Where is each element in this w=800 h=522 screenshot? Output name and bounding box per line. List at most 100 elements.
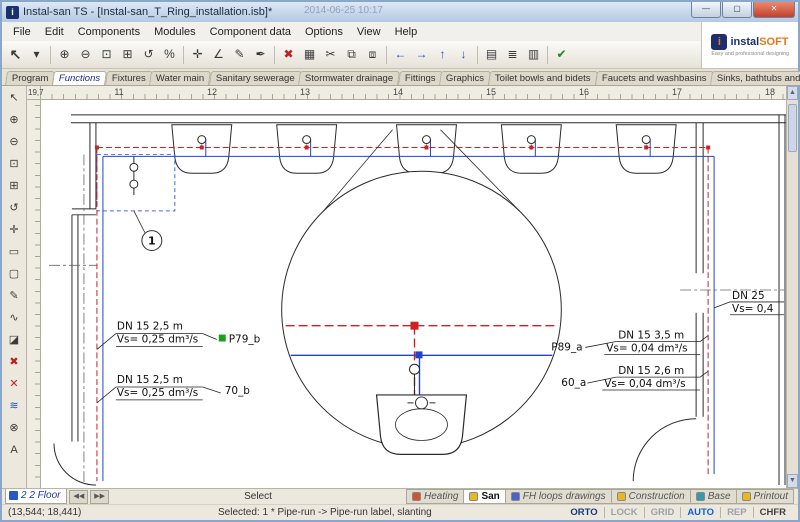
menubar: File Edit Components Modules Component d…: [2, 22, 701, 41]
nudge-up-icon[interactable]: ↑: [432, 44, 453, 65]
tab-functions[interactable]: Functions: [52, 71, 107, 85]
drawing-canvas[interactable]: 1 DN 15: [41, 100, 786, 488]
detail-balloon[interactable]: [282, 130, 562, 455]
zoom-out-icon[interactable]: ⊖: [4, 132, 24, 152]
delete-icon[interactable]: ✖: [4, 352, 24, 372]
sheet-next-button[interactable]: ▶▶: [90, 490, 109, 504]
zoom-window-icon[interactable]: ⊡: [4, 154, 24, 174]
tab-program[interactable]: Program: [5, 71, 55, 85]
zoom-out-icon[interactable]: ⊖: [75, 44, 96, 65]
module-tab-base[interactable]: Base: [690, 489, 737, 504]
nudge-down-icon[interactable]: ↓: [453, 44, 474, 65]
zoom-previous-icon[interactable]: ↺: [138, 44, 159, 65]
menu-edit[interactable]: Edit: [38, 25, 71, 39]
scroll-down-icon[interactable]: ▼: [787, 474, 798, 488]
toggle-orto[interactable]: ORTO: [564, 507, 604, 518]
fixture-connections[interactable]: [198, 136, 650, 144]
tab-toilet-bowls[interactable]: Toilet bowls and bidets: [488, 71, 598, 85]
nudge-left-icon[interactable]: ←: [390, 44, 411, 65]
valve-icon[interactable]: ⊗: [4, 418, 24, 438]
washbasin-fixtures[interactable]: [172, 125, 676, 174]
ruler-horizontal: 11 12 13 14 15 16 17 18: [41, 86, 786, 100]
pipe-label: DN 15 2,6 m: [618, 365, 684, 377]
tab-sinks-bathtubs[interactable]: Sinks, bathtubs and showers: [710, 71, 800, 85]
callout-1[interactable]: 1: [134, 211, 162, 251]
paste-icon[interactable]: ⧈: [362, 44, 383, 65]
maximize-button[interactable]: ▢: [722, 2, 752, 18]
delete-icon[interactable]: ✖: [278, 44, 299, 65]
menu-modules[interactable]: Modules: [147, 25, 203, 39]
zoom-in-icon[interactable]: ⊕: [54, 44, 75, 65]
vertical-scrollbar[interactable]: ▲ ▼: [786, 86, 798, 488]
tab-sanitary-sewerage[interactable]: Sanitary sewerage: [209, 71, 302, 85]
pipe-label-selected: P79_b: [229, 334, 261, 346]
toggle-chfr[interactable]: CHFR: [754, 507, 792, 518]
data-table-icon[interactable]: ▦: [299, 44, 320, 65]
toggle-auto[interactable]: AUTO: [681, 507, 721, 518]
pipe-label: Vs= 0,04 dm³/s: [604, 378, 685, 390]
text-tool-icon[interactable]: A: [4, 440, 24, 460]
toggle-lock[interactable]: LOCK: [605, 507, 645, 518]
break-pipe-icon[interactable]: ✕: [4, 374, 24, 394]
tab-fittings[interactable]: Fittings: [398, 71, 443, 85]
tab-stormwater-drainage[interactable]: Stormwater drainage: [298, 71, 400, 85]
valve-group[interactable]: [130, 156, 138, 195]
minimize-button[interactable]: —: [691, 2, 721, 18]
sheet-view-icon[interactable]: ▭: [4, 242, 24, 262]
zoom-in-icon[interactable]: ⊕: [4, 110, 24, 130]
select-dropdown-icon[interactable]: ▾: [26, 44, 47, 65]
ruler-vertical: [27, 100, 41, 488]
pipe-run-icon[interactable]: ≋: [4, 396, 24, 416]
menu-options[interactable]: Options: [298, 25, 350, 39]
sheet-prev-button[interactable]: ◀◀: [69, 490, 88, 504]
cut-icon[interactable]: ✂: [320, 44, 341, 65]
module-tab-fh-loops[interactable]: FH loops drawings: [505, 489, 612, 504]
status-mode: Select: [109, 491, 407, 502]
layers-icon[interactable]: ≣: [502, 44, 523, 65]
zoom-window-icon[interactable]: ⊡: [96, 44, 117, 65]
tab-faucets-washbasins[interactable]: Faucets and washbasins: [595, 71, 714, 85]
scroll-up-icon[interactable]: ▲: [787, 86, 798, 100]
pan-hand-icon[interactable]: ✛: [4, 220, 24, 240]
module-tab-heating[interactable]: Heating: [406, 489, 464, 504]
zoom-extents-icon[interactable]: ⊞: [117, 44, 138, 65]
menu-help[interactable]: Help: [388, 25, 425, 39]
nudge-right-icon[interactable]: →: [411, 44, 432, 65]
tab-water-main[interactable]: Water main: [149, 71, 211, 85]
sheet-icon: [9, 491, 18, 500]
pan-hand-icon[interactable]: ✛: [187, 44, 208, 65]
zoom-scale-icon[interactable]: %: [159, 44, 180, 65]
top-bars: File Edit Components Modules Component d…: [2, 22, 798, 69]
copy-icon[interactable]: ⧉: [341, 44, 362, 65]
tab-graphics[interactable]: Graphics: [439, 71, 491, 85]
toggle-rep[interactable]: REP: [721, 507, 754, 518]
sheet-tab-floor[interactable]: 2 2 Floor: [5, 489, 67, 504]
zoom-previous-icon[interactable]: ↺: [4, 198, 24, 218]
accept-results-icon[interactable]: ✔: [551, 44, 572, 65]
module-tab-construction[interactable]: Construction: [611, 489, 691, 504]
toggle-grid[interactable]: GRID: [645, 507, 682, 518]
menu-view[interactable]: View: [350, 25, 388, 39]
menu-file[interactable]: File: [6, 25, 38, 39]
pen-icon[interactable]: ✒: [250, 44, 271, 65]
pipe-label: DN 15 2,5 m: [117, 374, 183, 386]
module-tab-printout[interactable]: Printout: [736, 489, 794, 504]
menu-components[interactable]: Components: [71, 25, 147, 39]
select-pointer-icon[interactable]: ↖: [5, 44, 26, 65]
measure-icon[interactable]: ∠: [208, 44, 229, 65]
polyline-icon[interactable]: ∿: [4, 308, 24, 328]
module-tab-san[interactable]: San: [463, 489, 505, 504]
pencil-icon[interactable]: ✎: [229, 44, 250, 65]
eraser-icon[interactable]: ◪: [4, 330, 24, 350]
zoom-all-icon[interactable]: ⊞: [4, 176, 24, 196]
pencil-icon[interactable]: ✎: [4, 286, 24, 306]
scroll-thumb[interactable]: [788, 104, 797, 152]
close-button[interactable]: ✕: [753, 2, 795, 18]
print-icon[interactable]: ▤: [481, 44, 502, 65]
tab-fixtures[interactable]: Fixtures: [105, 71, 153, 85]
marquee-select-icon[interactable]: ▢: [4, 264, 24, 284]
storeys-icon[interactable]: ▥: [523, 44, 544, 65]
select-pointer-icon[interactable]: ↖: [4, 88, 24, 108]
menu-component-data[interactable]: Component data: [203, 25, 298, 39]
titlebar[interactable]: i Instal-san TS - [Instal-san_T_Ring_ins…: [2, 2, 798, 22]
